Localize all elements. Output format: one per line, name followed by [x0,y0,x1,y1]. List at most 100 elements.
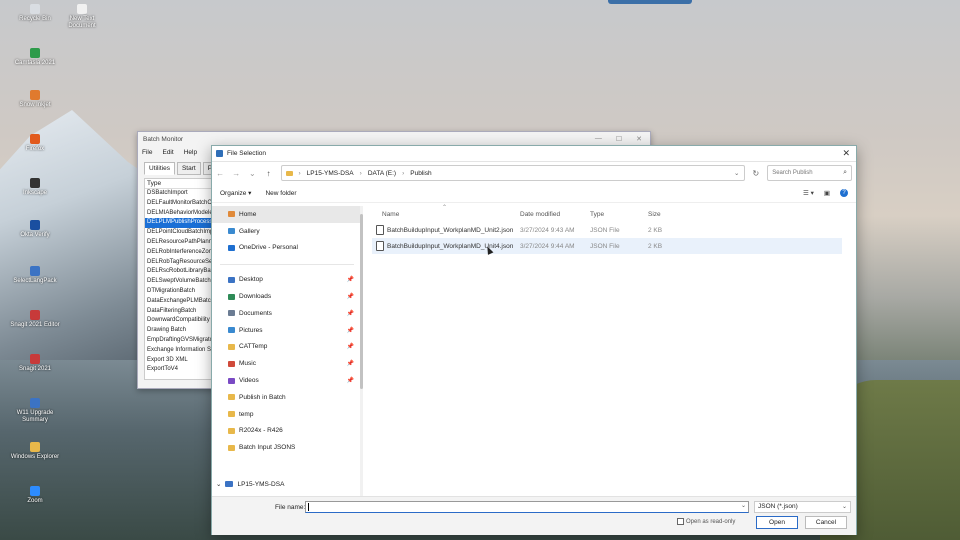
nav-item[interactable]: Publish in Batch [212,389,362,406]
help-icon[interactable]: ? [840,189,848,197]
list-item[interactable]: DELResourcePathPlanning [145,238,213,248]
list-item[interactable]: DSBatchImport [145,189,213,199]
nav-item[interactable]: Batch Input JSONS [212,439,362,456]
desktop-icon[interactable]: Snagit 2021 [10,354,60,373]
file-row[interactable]: BatchBuildupInput_WorkplanMD_Unit4.json 3… [372,238,842,254]
nav-item[interactable]: Desktop 📌 [212,271,362,288]
forward-arrow-icon[interactable]: → [232,169,240,178]
column-type[interactable]: Type [590,211,648,218]
list-item[interactable]: Exchange Information Sy [145,346,213,356]
nav-item-computer[interactable]: ⌄ LP15-YMS-DSA [216,480,284,489]
nav-item[interactable]: Home [212,206,362,223]
breadcrumb-drive[interactable]: DATA (E:) [368,170,396,177]
pin-icon[interactable]: 📌 [347,360,354,367]
breadcrumb-folder[interactable]: Publish [410,170,431,177]
close-icon[interactable]: ✕ [842,148,850,159]
pin-icon[interactable]: 📌 [347,327,354,334]
desktop-icon[interactable]: Recycle Bin [10,4,60,23]
chevron-down-icon[interactable]: ⌄ [248,169,256,178]
desktop-icon[interactable]: Snow Inkjet [10,90,60,109]
desktop-icon[interactable]: Firefox [10,134,60,153]
minimize-icon[interactable]: — [595,135,602,143]
search-input[interactable]: Search Publish ⌕ [767,165,852,181]
read-only-checkbox[interactable]: Open as read-only [677,518,735,525]
list-item[interactable]: Export 3D XML [145,356,213,366]
list-item[interactable]: DataFilteringBatch [145,307,213,317]
desktop-icon[interactable]: W11 Upgrade Summary [10,398,60,424]
up-arrow-icon[interactable]: ↑ [264,169,272,178]
chevron-down-icon[interactable]: ⌄ [734,169,739,177]
list-item[interactable]: DELRobTagResourceSetBa [145,258,213,268]
desktop-icon[interactable]: Snagit 2021 Editor [10,310,60,329]
dialog-titlebar[interactable]: File Selection ✕ [212,146,856,162]
close-icon[interactable]: ✕ [636,135,642,143]
nav-item[interactable]: Documents 📌 [212,305,362,322]
column-name[interactable]: Name [372,211,520,218]
list-item[interactable]: ExportToV4 [145,365,213,375]
file-name-cell[interactable]: BatchBuildupInput_WorkplanMD_Unit4.json [372,241,520,251]
list-item[interactable]: DownwardCompatibility [145,316,213,326]
nav-item[interactable]: R2024x - R426 [212,423,362,440]
nav-item[interactable]: Downloads 📌 [212,288,362,305]
pin-icon[interactable]: 📌 [347,343,354,350]
nav-item[interactable]: CATTemp 📌 [212,339,362,356]
tab-start[interactable]: Start [176,162,201,175]
open-button[interactable]: Open [756,516,798,529]
maximize-icon[interactable]: ☐ [616,135,622,143]
breadcrumb-computer[interactable]: LP15-YMS-DSA [307,170,354,177]
nav-item[interactable]: Videos 📌 [212,372,362,389]
list-item[interactable]: DELSweptVolumeBatchCo [145,277,213,287]
nav-item[interactable]: Pictures 📌 [212,322,362,339]
nav-item[interactable]: Music 📌 [212,355,362,372]
menu-file[interactable]: File [142,149,152,156]
column-size[interactable]: Size [648,211,678,218]
pin-icon[interactable]: 📌 [347,377,354,384]
address-bar[interactable]: › LP15-YMS-DSA › DATA (E:) › Publish ⌄ [280,165,745,181]
pin-icon[interactable]: 📌 [347,293,354,300]
list-item[interactable]: DELPLMPublishProcessBa [145,218,213,229]
nav-scrollbar-thumb[interactable] [360,214,363,389]
desktop-icon[interactable]: Inkscape [10,178,60,197]
chevron-down-icon[interactable]: ⌄ [741,502,746,509]
tab-utilities[interactable]: Utilities [144,162,175,175]
desktop-icon[interactable]: Okta Verify [10,220,60,239]
desktop-icon[interactable]: New Text Document [57,4,107,30]
list-item[interactable]: Drawing Batch [145,326,213,336]
list-item[interactable]: DELFaultMonitorBatchCo [145,199,213,209]
desktop-icon[interactable]: SelectLangPack [10,266,60,285]
preview-pane-icon[interactable]: ▣ [824,189,830,197]
chevron-down-icon[interactable]: ⌄ [842,502,847,512]
nav-item[interactable]: Gallery [212,223,362,240]
checkbox-icon[interactable] [677,518,684,525]
desktop-icon[interactable]: Windows Explorer [10,442,60,461]
column-date[interactable]: Date modified [520,211,590,218]
new-folder-button[interactable]: New folder [265,190,296,197]
pin-icon[interactable]: 📌 [347,276,354,283]
file-row[interactable]: BatchBuildupInput_WorkplanMD_Unit2.json 3… [372,222,842,238]
list-item[interactable]: DTMigrationBatch [145,287,213,297]
menu-edit[interactable]: Edit [162,149,173,156]
list-item[interactable]: DELRobInterferenceZone [145,248,213,258]
pin-icon[interactable]: 📌 [347,310,354,317]
list-item[interactable]: DELMIABehaviorModeler [145,209,213,219]
back-arrow-icon[interactable]: ← [216,169,224,178]
menu-help[interactable]: Help [184,149,197,156]
nav-item[interactable]: OneDrive - Personal [212,240,362,257]
file-name-cell[interactable]: BatchBuildupInput_WorkplanMD_Unit2.json [372,225,520,235]
list-item[interactable]: DataExchangePLMBatch [145,297,213,307]
batch-monitor-titlebar[interactable]: Batch Monitor — ☐ ✕ [138,132,650,146]
organize-button[interactable]: Organize ▾ [220,189,251,197]
list-item[interactable]: EmpDraftingGVSMigrator [145,336,213,346]
list-item[interactable]: DELPointCloudBatchImpo [145,228,213,238]
nav-item[interactable]: temp [212,406,362,423]
nav-scrollbar[interactable] [360,206,363,506]
desktop-icon[interactable]: Zoom [10,486,60,505]
file-name-input[interactable]: ⌄ [305,501,749,513]
cancel-button[interactable]: Cancel [805,516,847,529]
desktop-icon[interactable]: Camtasia 2021 [10,48,60,67]
refresh-icon[interactable]: ↻ [753,169,760,178]
file-type-select[interactable]: JSON (*.json) ⌄ [754,501,851,513]
chevron-down-icon[interactable]: ⌄ [216,480,221,488]
view-options-icon[interactable]: ☰ ▾ [803,189,814,197]
list-item[interactable]: DELRscRobotLibraryBatch [145,267,213,277]
